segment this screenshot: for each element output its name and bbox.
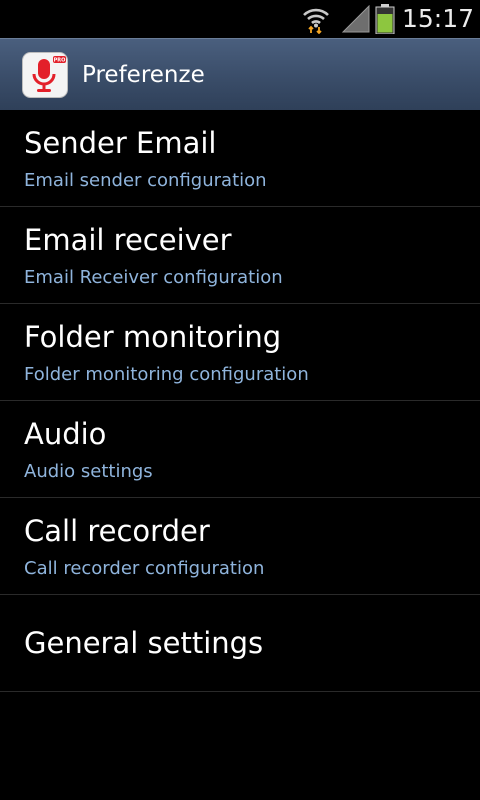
status-bar: 15:17 xyxy=(0,0,480,38)
pref-item-summary: Email sender configuration xyxy=(24,170,267,191)
pref-item-summary: Email Receiver configuration xyxy=(24,267,283,288)
pref-item-email-receiver[interactable]: Email receiver Email Receiver configurat… xyxy=(0,207,480,304)
microphone-icon[interactable]: PRO xyxy=(22,52,68,98)
status-clock: 15:17 xyxy=(402,4,475,33)
pref-item-summary: Call recorder configuration xyxy=(24,558,265,579)
wifi-icon xyxy=(303,8,329,34)
pref-item-call-recorder[interactable]: Call recorder Call recorder configuratio… xyxy=(0,498,480,595)
pref-item-title: General settings xyxy=(24,626,264,660)
signal-icon xyxy=(341,5,370,33)
pref-item-summary: Folder monitoring configuration xyxy=(24,364,309,385)
pref-item-summary: Audio settings xyxy=(24,461,153,482)
pref-item-title: Call recorder xyxy=(24,514,210,548)
pref-item-title: Sender Email xyxy=(24,126,217,160)
battery-icon xyxy=(375,4,395,34)
pref-item-title: Folder monitoring xyxy=(24,320,282,354)
page-title: Preferenze xyxy=(82,62,205,88)
action-bar: PRO Preferenze xyxy=(0,38,480,110)
pref-item-sender-email[interactable]: Sender Email Email sender configuration xyxy=(0,110,480,207)
pref-item-title: Email receiver xyxy=(24,223,232,257)
pref-item-title: Audio xyxy=(24,417,107,451)
pref-item-folder-monitoring[interactable]: Folder monitoring Folder monitoring conf… xyxy=(0,304,480,401)
pref-item-general-settings[interactable]: General settings xyxy=(0,595,480,692)
preference-list: Sender Email Email sender configuration … xyxy=(0,110,480,692)
svg-text:PRO: PRO xyxy=(54,58,66,64)
pref-item-audio[interactable]: Audio Audio settings xyxy=(0,401,480,498)
